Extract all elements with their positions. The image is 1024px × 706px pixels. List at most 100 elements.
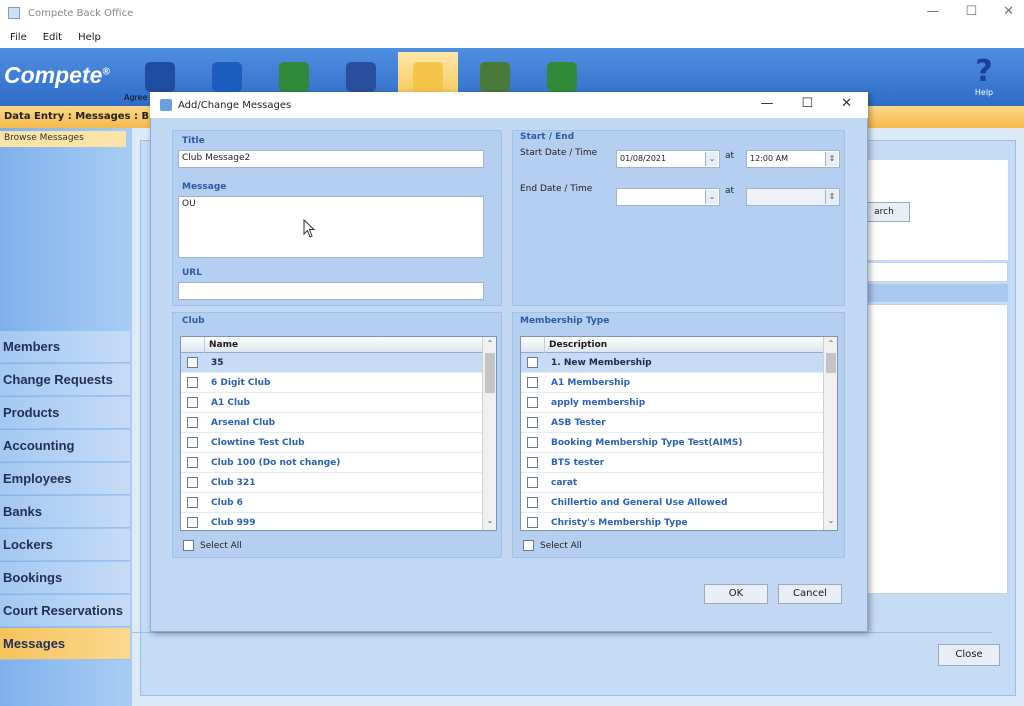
club-column-name[interactable]: Name: [205, 340, 486, 350]
row-checkbox[interactable]: [187, 397, 198, 408]
row-checkbox[interactable]: [527, 477, 538, 488]
membership-row[interactable]: carat: [521, 473, 837, 493]
club-row[interactable]: Club 6: [181, 493, 496, 513]
end-time-spinner[interactable]: ⇕: [746, 188, 840, 206]
chevron-up-icon[interactable]: ⌃: [483, 339, 496, 351]
chevron-down-icon[interactable]: ⌄: [705, 152, 718, 166]
row-checkbox[interactable]: [527, 357, 538, 368]
membership-scrollbar[interactable]: ⌃ ⌄: [823, 337, 837, 530]
start-date-picker[interactable]: 01/08/2021 ⌄: [616, 150, 720, 168]
club-row[interactable]: Club 321: [181, 473, 496, 493]
membership-row[interactable]: Chillertio and General Use Allowed: [521, 493, 837, 513]
row-checkbox[interactable]: [187, 477, 198, 488]
row-checkbox[interactable]: [187, 377, 198, 388]
menu-file[interactable]: File: [10, 32, 27, 43]
membership-row[interactable]: apply membership: [521, 393, 837, 413]
club-row[interactable]: Club 100 (Do not change): [181, 453, 496, 473]
sidebar-item-members[interactable]: Members: [0, 331, 130, 363]
membership-select-all[interactable]: Select All: [523, 540, 582, 551]
cancel-button[interactable]: Cancel: [778, 584, 842, 604]
select-all-checkbox[interactable]: [183, 540, 194, 551]
select-all-checkbox[interactable]: [523, 540, 534, 551]
row-checkbox[interactable]: [527, 417, 538, 428]
sidebar-item-lockers[interactable]: Lockers: [0, 529, 130, 561]
club-row[interactable]: A1 Club: [181, 393, 496, 413]
browse-messages-tab[interactable]: Browse Messages: [0, 131, 126, 147]
people-icon: [480, 62, 510, 92]
club-row[interactable]: Arsenal Club: [181, 413, 496, 433]
membership-row[interactable]: Booking Membership Type Test(AIMS): [521, 433, 837, 453]
club-select-all[interactable]: Select All: [183, 540, 242, 551]
scroll-thumb[interactable]: [485, 353, 495, 393]
membership-column-description[interactable]: Description: [545, 340, 827, 350]
club-grid[interactable]: Name ▲ 35 6 Digit Club A1 Club Arsenal Club…: [180, 336, 497, 531]
chevron-down-icon[interactable]: ⌄: [483, 516, 496, 528]
row-label: A1 Club: [211, 397, 250, 408]
start-time-spinner[interactable]: 12:00 AM ⇕: [746, 150, 840, 168]
row-checkbox[interactable]: [527, 497, 538, 508]
sidebar-item-employees[interactable]: Employees: [0, 463, 130, 495]
chevron-up-icon[interactable]: ⌃: [824, 339, 837, 351]
end-date-label: End Date / Time: [520, 184, 593, 194]
close-button[interactable]: Close: [938, 644, 1000, 666]
sidebar-item-court-reservations[interactable]: Court Reservations: [0, 595, 130, 627]
window-title: Compete Back Office: [28, 7, 134, 19]
chevron-down-icon[interactable]: ⌄: [824, 516, 837, 528]
membership-row[interactable]: A1 Membership: [521, 373, 837, 393]
sidebar-item-bookings[interactable]: Bookings: [0, 562, 130, 594]
end-date-picker[interactable]: ⌄: [616, 188, 720, 206]
dialog-minimize-icon[interactable]: —: [760, 96, 773, 111]
messages-list[interactable]: [866, 304, 1008, 594]
scroll-thumb[interactable]: [826, 353, 836, 373]
club-row[interactable]: Clowtine Test Club: [181, 433, 496, 453]
help-button[interactable]: ? Help: [964, 56, 1004, 104]
row-checkbox[interactable]: [527, 397, 538, 408]
spinner-icon[interactable]: ⇕: [825, 190, 838, 204]
membership-row[interactable]: ASB Tester: [521, 413, 837, 433]
select-all-label: Select All: [200, 540, 242, 551]
membership-grid-header: Description ▲: [521, 337, 837, 353]
club-scrollbar[interactable]: ⌃ ⌄: [482, 337, 496, 530]
url-input[interactable]: [178, 282, 484, 300]
row-checkbox[interactable]: [187, 357, 198, 368]
club-row[interactable]: 6 Digit Club: [181, 373, 496, 393]
row-checkbox[interactable]: [527, 437, 538, 448]
message-textarea[interactable]: OU: [178, 196, 484, 258]
row-checkbox[interactable]: [187, 437, 198, 448]
spinner-icon[interactable]: ⇕: [825, 152, 838, 166]
ok-button[interactable]: OK: [704, 584, 768, 604]
dialog-maximize-icon[interactable]: ☐: [801, 96, 813, 111]
row-checkbox[interactable]: [187, 417, 198, 428]
row-checkbox[interactable]: [527, 457, 538, 468]
sidebar-item-products[interactable]: Products: [0, 397, 130, 429]
sidebar-item-accounting[interactable]: Accounting: [0, 430, 130, 462]
row-checkbox[interactable]: [527, 377, 538, 388]
minimize-icon[interactable]: —: [926, 4, 939, 19]
sidebar-item-change-requests[interactable]: Change Requests: [0, 364, 130, 396]
row-label: A1 Membership: [551, 377, 631, 388]
membership-row[interactable]: 1. New Membership: [521, 353, 837, 373]
membership-grid[interactable]: Description ▲ 1. New Membership A1 Member…: [520, 336, 838, 531]
menu-help[interactable]: Help: [78, 32, 101, 43]
row-checkbox[interactable]: [187, 457, 198, 468]
sidebar-item-messages[interactable]: Messages: [0, 628, 130, 660]
dialog-close-icon[interactable]: ✕: [841, 96, 852, 111]
row-label: 1. New Membership: [551, 357, 652, 368]
sidebar-item-banks[interactable]: Banks: [0, 496, 130, 528]
row-label: Booking Membership Type Test(AIMS): [551, 437, 743, 448]
row-checkbox[interactable]: [527, 517, 538, 528]
title-input[interactable]: Club Message2: [178, 150, 484, 168]
row-checkbox[interactable]: [187, 497, 198, 508]
club-row[interactable]: 35: [181, 353, 496, 373]
club-grid-header: Name ▲: [181, 337, 496, 353]
maximize-icon[interactable]: ☐: [965, 4, 977, 19]
close-icon[interactable]: ✕: [1003, 4, 1014, 19]
list-header: [866, 284, 1008, 302]
membership-row[interactable]: Christy's Membership Type: [521, 513, 837, 530]
menu-edit[interactable]: Edit: [43, 32, 62, 43]
agree-label: Agree: [124, 93, 148, 102]
row-checkbox[interactable]: [187, 517, 198, 528]
club-row[interactable]: Club 999: [181, 513, 496, 530]
chevron-down-icon[interactable]: ⌄: [705, 190, 718, 204]
membership-row[interactable]: BTS tester: [521, 453, 837, 473]
